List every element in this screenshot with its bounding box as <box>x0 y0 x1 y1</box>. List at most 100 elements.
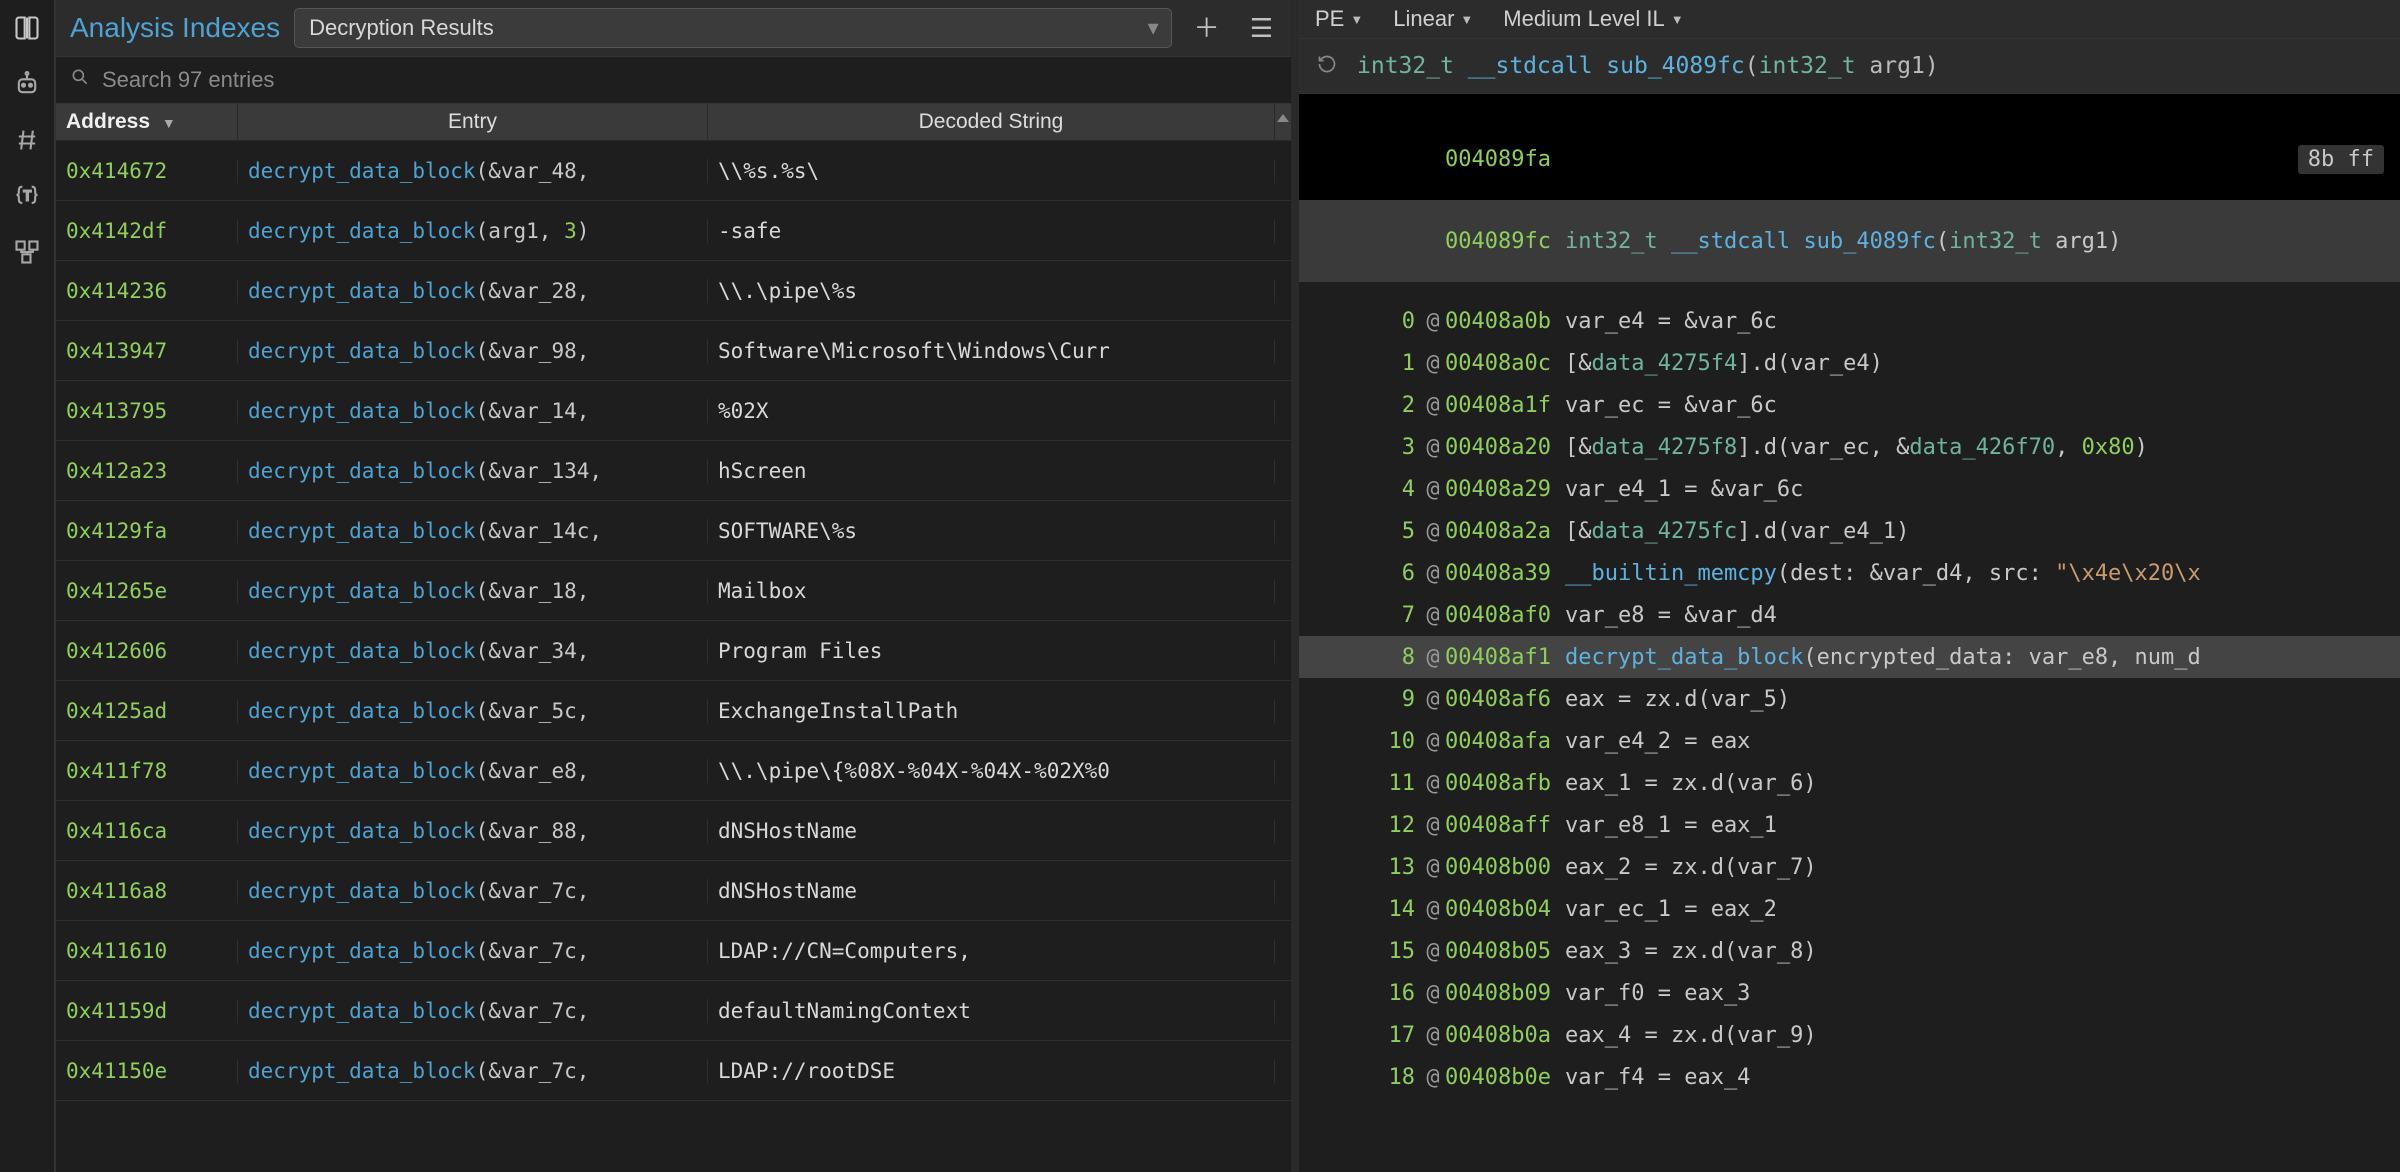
signature-bar: int32_t __stdcall sub_4089fc(int32_t arg… <box>1299 39 2400 94</box>
cell-address: 0x413947 <box>56 339 238 363</box>
cell-decoded: LDAP://rootDSE <box>708 1059 1275 1083</box>
cell-entry: decrypt_data_block(&var_5c, <box>238 699 708 723</box>
cell-decoded: %02X <box>708 399 1275 423</box>
code-line[interactable]: 12@00408affvar_e8_1 = eax_1 <box>1299 804 2400 846</box>
hash-icon[interactable] <box>13 126 41 154</box>
right-mode-bar: PE▼ Linear▼ Medium Level IL▼ <box>1299 0 2400 39</box>
function-def-row[interactable]: 004089fc int32_t __stdcall sub_4089fc(in… <box>1299 200 2400 282</box>
table-row[interactable]: 0x412a23decrypt_data_block(&var_134,hScr… <box>56 441 1291 501</box>
col-address[interactable]: Address ▼ <box>56 104 238 140</box>
dropdown-value: Decryption Results <box>309 15 494 40</box>
disassembly-panel: PE▼ Linear▼ Medium Level IL▼ int32_t __s… <box>1299 0 2400 1172</box>
search-row <box>56 57 1291 104</box>
cell-decoded: hScreen <box>708 459 1275 483</box>
table-row[interactable]: 0x412606decrypt_data_block(&var_34,Progr… <box>56 621 1291 681</box>
cell-address: 0x411f78 <box>56 759 238 783</box>
cell-address: 0x413795 <box>56 399 238 423</box>
cell-address: 0x41265e <box>56 579 238 603</box>
scrollbar-gutter[interactable] <box>1275 104 1291 140</box>
cell-address: 0x4142df <box>56 219 238 243</box>
code-line[interactable]: 10@00408afavar_e4_2 = eax <box>1299 720 2400 762</box>
cell-entry: decrypt_data_block(&var_98, <box>238 339 708 363</box>
code-line[interactable]: 3@00408a20[&data_4275f8].d(var_ec, &data… <box>1299 426 2400 468</box>
cell-decoded: ExchangeInstallPath <box>708 699 1275 723</box>
index-dropdown[interactable]: Decryption Results ▾ <box>294 8 1172 48</box>
table-row[interactable]: 0x4125addecrypt_data_block(&var_5c,Excha… <box>56 681 1291 741</box>
mode-pe[interactable]: PE▼ <box>1315 6 1363 32</box>
code-line[interactable]: 7@00408af0var_e8 = &var_d4 <box>1299 594 2400 636</box>
function-signature[interactable]: int32_t __stdcall sub_4089fc(int32_t arg… <box>1357 53 1939 79</box>
code-line[interactable]: 2@00408a1fvar_ec = &var_6c <box>1299 384 2400 426</box>
code-area[interactable]: 004089fa 8b ff 004089fc int32_t __stdcal… <box>1299 94 2400 1172</box>
table-row[interactable]: 0x411f78decrypt_data_block(&var_e8,\\.\p… <box>56 741 1291 801</box>
col-entry[interactable]: Entry <box>238 104 708 140</box>
code-line[interactable]: 14@00408b04var_ec_1 = eax_2 <box>1299 888 2400 930</box>
cell-entry: decrypt_data_block(&var_48, <box>238 159 708 183</box>
code-line[interactable]: 13@00408b00eax_2 = zx.d(var_7) <box>1299 846 2400 888</box>
table-row[interactable]: 0x411610decrypt_data_block(&var_7c,LDAP:… <box>56 921 1291 981</box>
cell-entry: decrypt_data_block(&var_34, <box>238 639 708 663</box>
function-def-text: int32_t __stdcall sub_4089fc(int32_t arg… <box>1565 229 2384 254</box>
cell-entry: decrypt_data_block(&var_7c, <box>238 1059 708 1083</box>
graph-icon[interactable] <box>13 238 41 266</box>
table-row[interactable]: 0x413947decrypt_data_block(&var_98,Softw… <box>56 321 1291 381</box>
cell-decoded: Program Files <box>708 639 1275 663</box>
search-input[interactable] <box>102 67 1277 93</box>
code-line[interactable]: 1@00408a0c[&data_4275f4].d(var_e4) <box>1299 342 2400 384</box>
code-line[interactable]: 16@00408b09var_f0 = eax_3 <box>1299 972 2400 1014</box>
code-line[interactable]: 15@00408b05eax_3 = zx.d(var_8) <box>1299 930 2400 972</box>
chevron-down-icon: ▼ <box>1350 12 1363 27</box>
col-decoded[interactable]: Decoded String <box>708 104 1275 140</box>
mode-linear[interactable]: Linear▼ <box>1393 6 1473 32</box>
opcode-bytes: 8b ff <box>2298 145 2384 174</box>
code-line[interactable]: 0@00408a0bvar_e4 = &var_6c <box>1299 300 2400 342</box>
table-header: Address ▼ Entry Decoded String <box>56 104 1291 141</box>
left-icon-rail: T <box>0 0 55 1172</box>
cell-address: 0x412a23 <box>56 459 238 483</box>
table-row[interactable]: 0x4142dfdecrypt_data_block(arg1, 3)-safe <box>56 201 1291 261</box>
code-line[interactable]: 18@00408b0evar_f4 = eax_4 <box>1299 1056 2400 1098</box>
cell-decoded: defaultNamingContext <box>708 999 1275 1023</box>
code-line[interactable]: 9@00408af6eax = zx.d(var_5) <box>1299 678 2400 720</box>
cell-address: 0x4116a8 <box>56 879 238 903</box>
code-line[interactable]: 6@00408a39__builtin_memcpy(dest: &var_d4… <box>1299 552 2400 594</box>
table-row[interactable]: 0x4116cadecrypt_data_block(&var_88,dNSHo… <box>56 801 1291 861</box>
code-line[interactable]: 4@00408a29var_e4_1 = &var_6c <box>1299 468 2400 510</box>
menu-button[interactable]: ☰ <box>1242 13 1281 43</box>
table-row[interactable]: 0x41159ddecrypt_data_block(&var_7c,defau… <box>56 981 1291 1041</box>
cell-address: 0x414236 <box>56 279 238 303</box>
cell-decoded: LDAP://CN=Computers, <box>708 939 1275 963</box>
chevron-down-icon: ▼ <box>1460 12 1473 27</box>
cell-address: 0x41159d <box>56 999 238 1023</box>
cell-entry: decrypt_data_block(&var_134, <box>238 459 708 483</box>
panel-splitter[interactable] <box>1291 0 1299 1172</box>
reload-icon[interactable] <box>1317 54 1337 79</box>
search-icon <box>70 67 90 93</box>
add-button[interactable]: ＋ <box>1186 13 1228 43</box>
robot-icon[interactable] <box>13 70 41 98</box>
code-line[interactable]: 17@00408b0aeax_4 = zx.d(var_9) <box>1299 1014 2400 1056</box>
cell-decoded: \\.\pipe\{%08X-%04X-%04X-%02X%0 <box>708 759 1275 783</box>
type-braces-icon[interactable]: T <box>13 182 41 210</box>
table-row[interactable]: 0x41150edecrypt_data_block(&var_7c,LDAP:… <box>56 1041 1291 1101</box>
table-row[interactable]: 0x4116a8decrypt_data_block(&var_7c,dNSHo… <box>56 861 1291 921</box>
table-row[interactable]: 0x4129fadecrypt_data_block(&var_14c,SOFT… <box>56 501 1291 561</box>
code-line[interactable]: 5@00408a2a[&data_4275fc].d(var_e4_1) <box>1299 510 2400 552</box>
mode-il[interactable]: Medium Level IL▼ <box>1503 6 1683 32</box>
cell-address: 0x4129fa <box>56 519 238 543</box>
cell-decoded: \\.\pipe\%s <box>708 279 1275 303</box>
table-row[interactable]: 0x413795decrypt_data_block(&var_14,%02X <box>56 381 1291 441</box>
table-row[interactable]: 0x414672decrypt_data_block(&var_48,\\%s.… <box>56 141 1291 201</box>
cell-entry: decrypt_data_block(&var_7c, <box>238 999 708 1023</box>
cell-entry: decrypt_data_block(&var_7c, <box>238 879 708 903</box>
chevron-down-icon: ▼ <box>1671 12 1684 27</box>
cell-decoded: -safe <box>708 219 1275 243</box>
cell-address: 0x414672 <box>56 159 238 183</box>
book-icon[interactable] <box>13 14 41 42</box>
code-line[interactable]: 11@00408afbeax_1 = zx.d(var_6) <box>1299 762 2400 804</box>
table-row[interactable]: 0x414236decrypt_data_block(&var_28,\\.\p… <box>56 261 1291 321</box>
prev-instruction-row[interactable]: 004089fa 8b ff <box>1299 118 2400 200</box>
code-line[interactable]: 8@00408af1decrypt_data_block(encrypted_d… <box>1299 636 2400 678</box>
table-row[interactable]: 0x41265edecrypt_data_block(&var_18,Mailb… <box>56 561 1291 621</box>
cell-entry: decrypt_data_block(&var_14c, <box>238 519 708 543</box>
